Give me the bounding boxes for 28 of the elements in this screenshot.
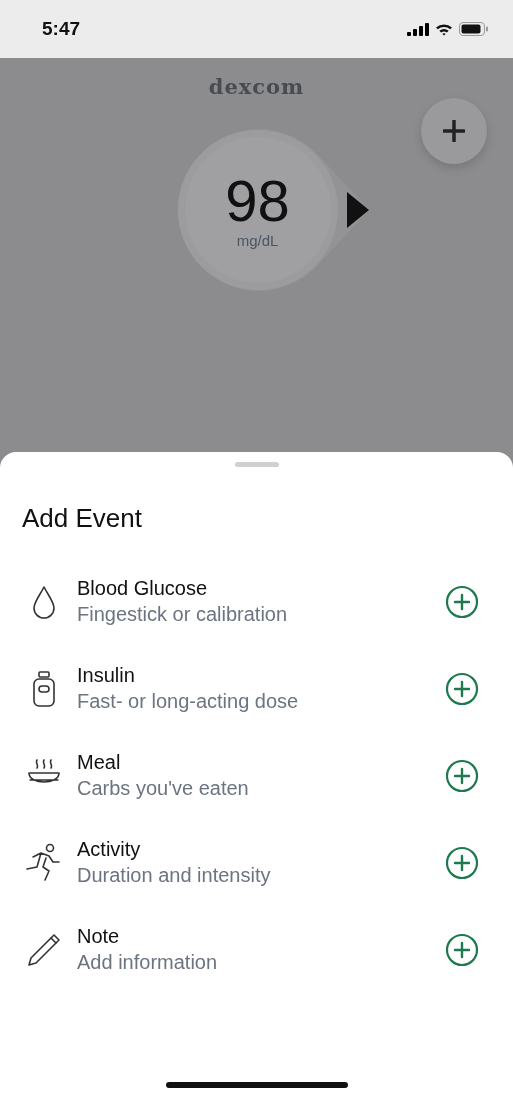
drop-icon	[32, 584, 56, 619]
event-subtitle: Carbs you've eaten	[77, 777, 250, 800]
add-event-button[interactable]	[445, 758, 479, 793]
pencil-icon	[26, 931, 62, 968]
event-title: Activity	[77, 838, 142, 861]
event-subtitle: Fingestick or calibration	[77, 603, 289, 626]
status-time: 5:47	[42, 18, 81, 40]
add-event-button[interactable]	[445, 932, 479, 967]
event-title: Blood Glucose	[77, 577, 209, 600]
battery-icon	[459, 22, 489, 36]
signal-icon	[407, 22, 429, 36]
event-title: Insulin	[77, 664, 136, 687]
vial-icon	[31, 669, 57, 708]
runner-icon	[25, 842, 63, 883]
glucose-value: 98	[225, 171, 290, 230]
glucose-unit: mg/dL	[236, 231, 279, 249]
event-subtitle: Add information	[77, 951, 219, 974]
add-event-button[interactable]	[445, 584, 479, 619]
event-title: Note	[77, 925, 121, 948]
event-subtitle: Duration and intensity	[77, 864, 272, 887]
event-title: Meal	[77, 751, 122, 774]
plus-icon	[443, 120, 465, 142]
brand-logo: dexcom	[208, 74, 305, 99]
add-event-button[interactable]	[445, 845, 479, 880]
add-event-button[interactable]	[445, 671, 479, 706]
sheet-title: Add Event	[22, 503, 143, 534]
wifi-icon	[435, 22, 453, 36]
event-subtitle: Fast- or long-acting dose	[77, 690, 300, 713]
